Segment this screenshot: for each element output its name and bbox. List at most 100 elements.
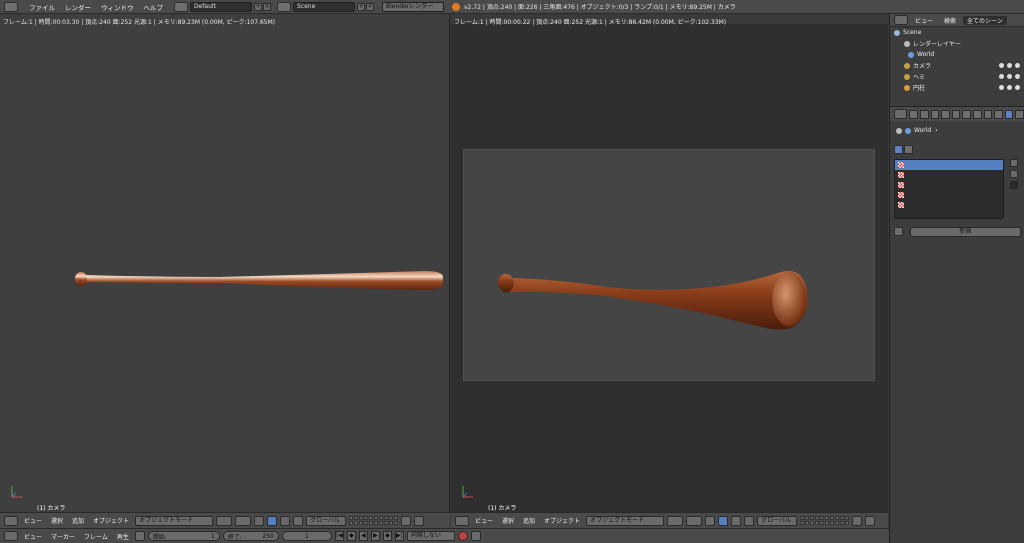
editor-type-icon[interactable] [4, 531, 18, 541]
tab-data-icon[interactable] [983, 109, 993, 119]
mode-select[interactable]: オブジェクトモード [586, 515, 665, 526]
viewport-right[interactable]: フレーム:1 | 時間:00:00.22 | 頂点:240 面:252 光源:1… [451, 14, 888, 512]
editor-type-icon[interactable] [894, 109, 908, 119]
tab-modifiers-icon[interactable] [972, 109, 982, 119]
play-icon[interactable]: ▶ [370, 531, 380, 541]
render-camera-icon[interactable] [1015, 63, 1020, 68]
select-arrow-icon[interactable] [1007, 63, 1012, 68]
menu-frame[interactable]: フレーム [81, 532, 111, 541]
layout-remove-icon[interactable]: × [263, 2, 271, 11]
pivot-icon[interactable] [686, 515, 703, 526]
start-frame-field[interactable]: 開始: 1 [147, 531, 220, 541]
lock-icon[interactable] [852, 515, 863, 526]
menu-add[interactable]: 追加 [520, 516, 538, 525]
pin-icon[interactable] [896, 127, 902, 134]
slot-up-icon[interactable] [1010, 159, 1018, 167]
scale-icon[interactable] [744, 515, 755, 526]
translate-icon[interactable] [718, 515, 729, 526]
scene-icon[interactable] [277, 1, 291, 12]
layout-add-icon[interactable]: + [254, 2, 262, 11]
current-frame-field[interactable]: 1 [281, 531, 332, 541]
next-keyframe-icon[interactable]: ◆ [382, 531, 392, 541]
pivot-icon[interactable] [235, 515, 252, 526]
play-reverse-icon[interactable]: ◀ [358, 531, 368, 541]
tab-render-icon[interactable] [909, 109, 918, 119]
orientation-select[interactable]: グローバル [757, 515, 798, 526]
layer-grid[interactable] [349, 516, 399, 525]
translate-icon[interactable] [267, 515, 278, 526]
prev-keyframe-icon[interactable]: ◆ [346, 531, 356, 541]
tab-physics-icon[interactable] [1015, 109, 1024, 119]
scale-icon[interactable] [293, 515, 304, 526]
outliner-display-select[interactable]: 全てのシーン [963, 15, 1007, 25]
menu-view[interactable]: ビュー [472, 516, 496, 525]
tab-texture-icon[interactable] [1004, 109, 1014, 119]
tree-row-world[interactable]: World [890, 49, 1024, 60]
new-texture-button[interactable]: 新規 [910, 227, 1021, 237]
tree-row-hemi[interactable]: ヘミ [890, 71, 1024, 82]
editor-type-icon[interactable] [894, 15, 908, 25]
render-camera-icon[interactable] [1015, 85, 1020, 90]
outliner-tab-search[interactable]: 検索 [940, 16, 960, 25]
menu-select[interactable]: 選択 [499, 516, 517, 525]
tree-row-render-layers[interactable]: レンダーレイヤー [890, 38, 1024, 49]
editor-type-button[interactable] [4, 1, 18, 12]
scene-field[interactable]: Scene [293, 1, 355, 12]
texture-slot[interactable] [895, 190, 1003, 200]
orientation-select[interactable]: グローバル [306, 515, 347, 526]
texture-slot-list[interactable] [894, 159, 1004, 219]
tab-object-icon[interactable] [951, 109, 961, 119]
texture-slot[interactable] [895, 200, 1003, 210]
editor-type-icon[interactable] [455, 515, 469, 526]
jump-start-icon[interactable]: |◀ [334, 531, 344, 541]
menu-object[interactable]: オブジェクト [90, 516, 132, 525]
tab-layers-icon[interactable] [919, 109, 929, 119]
texture-slot[interactable] [895, 170, 1003, 180]
menu-select[interactable]: 選択 [48, 516, 66, 525]
scene-remove-icon[interactable]: × [366, 2, 374, 11]
select-arrow-icon[interactable] [1007, 85, 1012, 90]
visibility-icon[interactable] [999, 74, 1004, 79]
sync-select[interactable]: 同期しない [406, 531, 455, 541]
texture-slot[interactable] [895, 160, 1003, 170]
menu-add[interactable]: 追加 [69, 516, 87, 525]
tree-row-cylinder[interactable]: 円柱 [890, 82, 1024, 93]
end-frame-field[interactable]: 終了: 250 [222, 531, 279, 541]
viewport-left[interactable]: フレーム:1 | 時間:00:03.30 | 頂点:240 面:252 光源:1… [0, 14, 450, 512]
tab-material-icon[interactable] [994, 109, 1003, 119]
other-texture-icon[interactable] [904, 145, 913, 154]
render-preview-icon[interactable] [865, 515, 876, 526]
menu-marker[interactable]: マーカー [48, 532, 78, 541]
world-texture-icon[interactable] [894, 145, 903, 154]
menu-timeline-view[interactable]: ビュー [21, 532, 45, 541]
slot-menu-icon[interactable] [1010, 181, 1018, 189]
visibility-icon[interactable] [999, 63, 1004, 68]
texture-slot[interactable] [895, 180, 1003, 190]
menu-render[interactable]: レンダー [60, 2, 96, 12]
manipulator-toggle-icon[interactable] [705, 515, 716, 526]
tree-row-camera[interactable]: カメラ [890, 60, 1024, 71]
shading-icon[interactable] [216, 515, 233, 526]
shading-icon[interactable] [667, 515, 684, 526]
texture-browse-icon[interactable] [894, 227, 903, 236]
record-icon[interactable] [457, 531, 468, 541]
layout-icon[interactable] [174, 1, 188, 12]
menu-view[interactable]: ビュー [21, 516, 45, 525]
jump-end-icon[interactable]: ▶| [394, 531, 404, 541]
scene-add-icon[interactable]: + [357, 2, 365, 11]
editor-type-icon[interactable] [4, 515, 18, 526]
menu-object[interactable]: オブジェクト [541, 516, 583, 525]
menu-file[interactable]: ファイル [24, 2, 60, 12]
keying-set-icon[interactable] [470, 531, 481, 541]
render-engine-select[interactable]: Blenderレンダー [382, 1, 444, 12]
render-preview-icon[interactable] [414, 515, 425, 526]
manipulator-toggle-icon[interactable] [254, 515, 265, 526]
rotate-icon[interactable] [280, 515, 291, 526]
slot-down-icon[interactable] [1010, 170, 1018, 178]
layer-grid[interactable] [800, 516, 850, 525]
visibility-icon[interactable] [999, 85, 1004, 90]
lock-icon[interactable] [401, 515, 412, 526]
rotate-icon[interactable] [731, 515, 742, 526]
tab-constraints-icon[interactable] [962, 109, 971, 119]
menu-playback[interactable]: 再生 [114, 532, 132, 541]
